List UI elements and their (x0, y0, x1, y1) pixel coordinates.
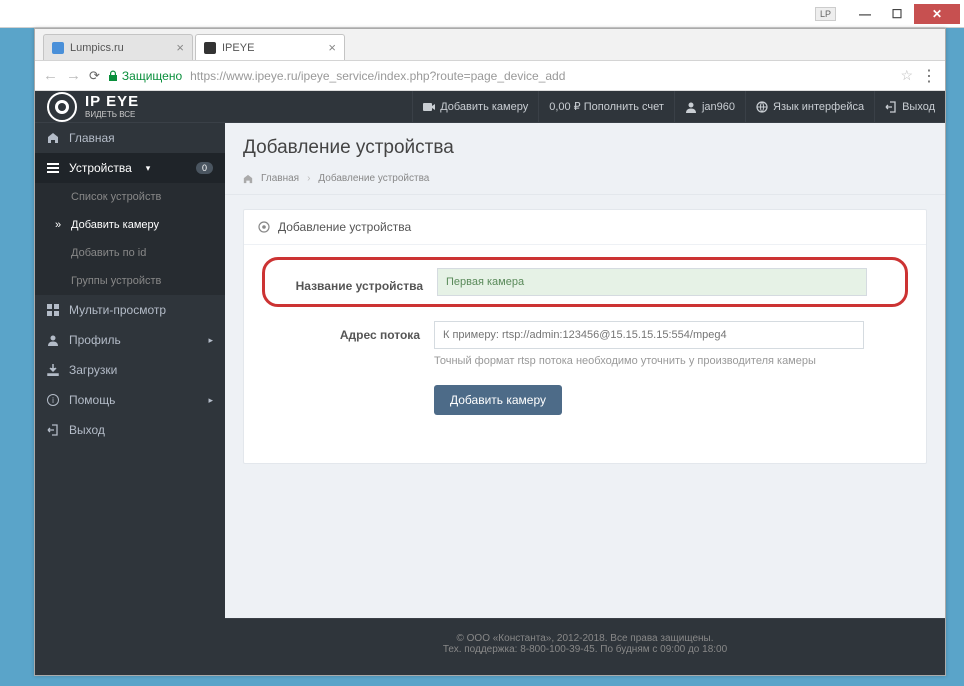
sidebar-item-exit[interactable]: Выход (35, 415, 225, 445)
window-maximize-button[interactable]: ☐ (882, 4, 912, 24)
window-close-button[interactable]: ✕ (914, 4, 960, 24)
device-name-input[interactable] (437, 268, 867, 296)
nav-forward-icon[interactable]: → (66, 67, 81, 84)
panel-title: Добавление устройства (278, 220, 411, 234)
tab-close-icon[interactable]: × (176, 40, 184, 55)
chevron-down-icon: ▾ (146, 163, 151, 174)
secure-label: Защищено (122, 69, 182, 83)
stream-address-label: Адрес потока (274, 321, 434, 342)
sidebar-item-add-camera[interactable]: Добавить камеру (35, 211, 225, 239)
sidebar-item-device-list[interactable]: Список устройств (35, 183, 225, 211)
topbar-language[interactable]: Язык интерфейса (745, 91, 874, 122)
user-icon (685, 101, 697, 113)
topbar-logout[interactable]: Выход (874, 91, 945, 122)
breadcrumb-separator-icon: › (307, 173, 310, 184)
sidebar-item-profile[interactable]: Профиль ▸ (35, 325, 225, 355)
sidebar-item-device-groups[interactable]: Группы устройств (35, 267, 225, 295)
tab-strip: Lumpics.ru × IPEYE × (35, 29, 945, 61)
bookmark-star-icon[interactable]: ☆ (900, 67, 913, 84)
tab-title: Lumpics.ru (70, 42, 124, 54)
secure-indicator[interactable]: Защищено (108, 69, 182, 83)
topbar-add-camera[interactable]: Добавить камеру (412, 91, 538, 122)
logout-icon (885, 101, 897, 113)
favicon-icon (204, 42, 216, 54)
site-topbar: IP EYE ВИДЕТЬ ВСЕ Добавить камеру 0,00 ₽… (35, 91, 945, 123)
nav-back-icon[interactable]: ← (43, 67, 58, 84)
topbar-user[interactable]: jan960 (674, 91, 745, 122)
camera-icon (423, 101, 435, 113)
window-titlebar: LP — ☐ ✕ (0, 0, 964, 28)
site-logo[interactable]: IP EYE ВИДЕТЬ ВСЕ (35, 92, 225, 122)
stream-hint: Точный формат rtsp потока необходимо уто… (434, 355, 864, 367)
stream-address-input[interactable] (434, 321, 864, 349)
add-camera-button[interactable]: Добавить камеру (434, 385, 562, 415)
sidebar-item-downloads[interactable]: Загрузки (35, 355, 225, 385)
tab-close-icon[interactable]: × (328, 40, 336, 55)
sidebar-item-help[interactable]: i Помощь ▸ (35, 385, 225, 415)
sidebar-item-home[interactable]: Главная (35, 123, 225, 153)
lp-badge: LP (815, 7, 836, 21)
home-icon (243, 174, 253, 184)
download-icon (47, 364, 59, 376)
device-name-label: Название устройства (277, 272, 437, 293)
footer-copyright: © ООО «Константа», 2012-2018. Все права … (225, 633, 945, 644)
home-icon (47, 132, 59, 144)
page-footer: © ООО «Константа», 2012-2018. Все права … (225, 618, 945, 675)
devices-count-badge: 0 (196, 162, 213, 174)
footer-support: Тех. поддержка: 8-800-100-39-45. По будн… (225, 644, 945, 655)
form-panel: Добавление устройства Название устройств… (243, 209, 927, 464)
sidebar-item-add-by-id[interactable]: Добавить по id (35, 239, 225, 267)
lock-icon (108, 70, 118, 82)
tab-lumpics[interactable]: Lumpics.ru × (43, 34, 193, 60)
logo-text-main: IP EYE (85, 94, 139, 109)
info-icon: i (47, 394, 59, 406)
highlighted-field-callout: Название устройства (262, 257, 908, 307)
grid-icon (47, 304, 59, 316)
page-title: Добавление устройства (243, 137, 927, 159)
content-area: Добавление устройства Главная › Добавлен… (225, 123, 945, 675)
sidebar-item-multiview[interactable]: Мульти-просмотр (35, 295, 225, 325)
page-root: IP EYE ВИДЕТЬ ВСЕ Добавить камеру 0,00 ₽… (35, 91, 945, 675)
sidebar: Главная Устройства ▾ 0 Список устройств … (35, 123, 225, 675)
browser-window: Lumpics.ru × IPEYE × ← → ⟳ Защищено http… (34, 28, 946, 676)
page-header: Добавление устройства (225, 123, 945, 167)
panel-header: Добавление устройства (244, 210, 926, 245)
favicon-icon (52, 42, 64, 54)
breadcrumb-current: Добавление устройства (318, 173, 429, 184)
url-text[interactable]: https://www.ipeye.ru/ipeye_service/index… (190, 69, 892, 83)
svg-text:i: i (52, 396, 54, 405)
chevron-right-icon: ▸ (208, 335, 213, 346)
reload-icon[interactable]: ⟳ (89, 68, 100, 84)
user-icon (47, 334, 59, 346)
tab-ipeye[interactable]: IPEYE × (195, 34, 345, 60)
tab-title: IPEYE (222, 42, 254, 54)
globe-icon (756, 101, 768, 113)
chevron-right-icon: ▸ (208, 395, 213, 406)
logout-icon (47, 424, 59, 436)
breadcrumb-home[interactable]: Главная (261, 173, 299, 184)
sidebar-item-devices[interactable]: Устройства ▾ 0 (35, 153, 225, 183)
topbar-balance[interactable]: 0,00 ₽ Пополнить счет (538, 91, 674, 122)
breadcrumb: Главная › Добавление устройства (225, 167, 945, 195)
browser-menu-icon[interactable]: ⋮ (921, 66, 937, 86)
list-icon (47, 162, 59, 174)
logo-icon (47, 92, 77, 122)
address-bar: ← → ⟳ Защищено https://www.ipeye.ru/ipey… (35, 61, 945, 91)
window-minimize-button[interactable]: — (850, 4, 880, 24)
gear-icon (258, 221, 270, 233)
logo-text-sub: ВИДЕТЬ ВСЕ (85, 111, 139, 119)
